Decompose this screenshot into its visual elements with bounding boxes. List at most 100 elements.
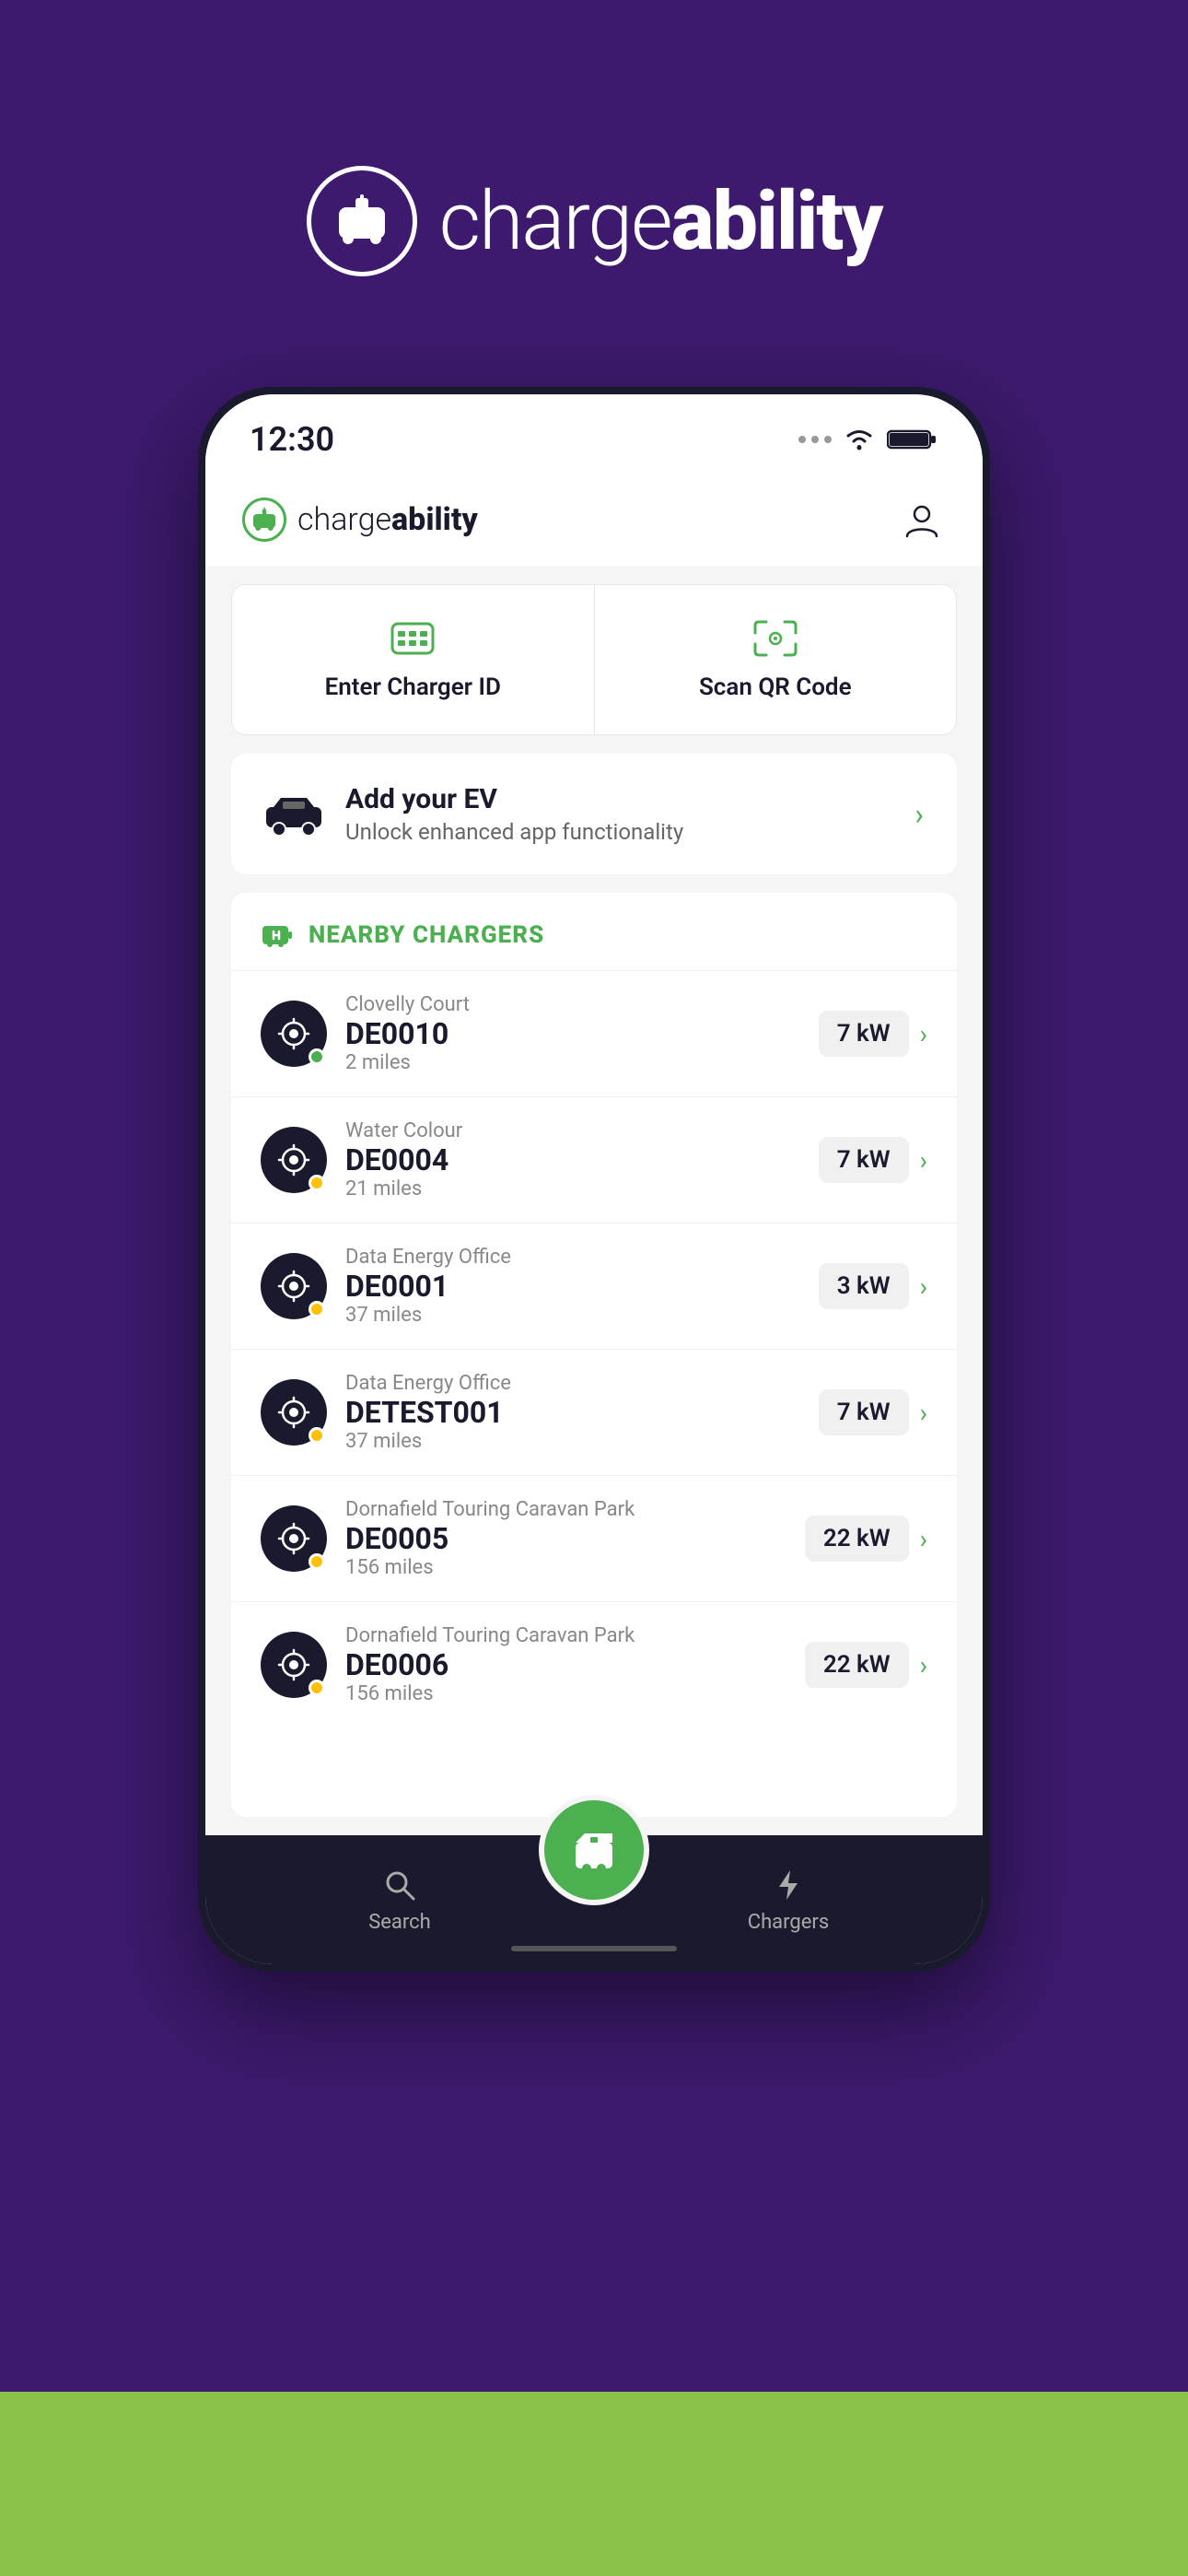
- charger-chevron-icon: ›: [920, 1271, 927, 1302]
- wifi-icon: [843, 427, 876, 452]
- charger-distance: 156 miles: [345, 1682, 786, 1705]
- scan-qr-code-label: Scan QR Code: [699, 673, 852, 701]
- charger-chevron-icon: ›: [920, 1398, 927, 1428]
- charger-list-item[interactable]: Data Energy Office DE0001 37 miles 3 kW …: [231, 1223, 957, 1349]
- status-icons: [798, 427, 938, 452]
- power-badge: 7 kW: [819, 1137, 909, 1183]
- scan-qr-code-button[interactable]: Scan QR Code: [595, 585, 957, 734]
- charger-distance: 21 miles: [345, 1177, 800, 1200]
- charger-icon-wrap: [261, 1505, 327, 1572]
- green-bottom-strip: [0, 2392, 1188, 2576]
- nav-chargers-label: Chargers: [748, 1911, 829, 1934]
- user-profile-button[interactable]: [898, 496, 946, 544]
- charger-status-dot: [309, 1553, 325, 1570]
- charger-list-item[interactable]: Dornafield Touring Caravan Park DE0006 1…: [231, 1601, 957, 1727]
- enter-charger-id-label: Enter Charger ID: [325, 673, 501, 701]
- charger-chevron-icon: ›: [920, 1019, 927, 1049]
- add-ev-subtitle: Unlock enhanced app functionality: [345, 819, 892, 845]
- add-ev-card[interactable]: Add your EV Unlock enhanced app function…: [231, 754, 957, 874]
- charger-distance: 37 miles: [345, 1430, 800, 1453]
- action-buttons-row: Enter Charger ID Scan QR Code: [231, 584, 957, 735]
- power-badge: 22 kW: [805, 1516, 909, 1562]
- charger-right: 22 kW ›: [805, 1516, 927, 1562]
- top-logo-icon: [307, 166, 417, 276]
- charger-status-dot: [309, 1175, 325, 1191]
- status-bar: 12:30: [205, 394, 983, 474]
- charger-info: Dornafield Touring Caravan Park DE0005 1…: [345, 1498, 786, 1579]
- charger-location: Data Energy Office: [345, 1372, 800, 1395]
- nav-search-label: Search: [368, 1911, 431, 1934]
- charger-list-item[interactable]: Water Colour DE0004 21 miles 7 kW ›: [231, 1096, 957, 1223]
- app-header: chargeability: [205, 474, 983, 566]
- nav-chargers-button[interactable]: Chargers: [594, 1867, 983, 1934]
- charger-icon-wrap: [261, 1379, 327, 1446]
- charger-right: 7 kW ›: [819, 1011, 927, 1057]
- charger-id: DE0005: [345, 1521, 786, 1556]
- charger-pin-icon: [261, 919, 294, 952]
- charger-id: DETEST001: [345, 1395, 800, 1430]
- charger-distance: 37 miles: [345, 1304, 800, 1327]
- add-ev-text: Add your EV Unlock enhanced app function…: [345, 783, 892, 845]
- phone-wrapper: 12:30: [198, 387, 990, 2392]
- nav-home-button[interactable]: [539, 1795, 649, 1905]
- charger-status-dot: [309, 1048, 325, 1065]
- nearby-chargers-section: NEARBY CHARGERS: [231, 893, 957, 1817]
- charger-distance: 156 miles: [345, 1556, 786, 1579]
- status-time: 12:30: [250, 420, 334, 459]
- phone-device: 12:30: [198, 387, 990, 1972]
- ev-car-icon: [264, 785, 323, 844]
- charger-right: 22 kW ›: [805, 1642, 927, 1688]
- nearby-title: NEARBY CHARGERS: [309, 921, 544, 949]
- bottom-nav: Search Chargers: [205, 1835, 983, 1964]
- charger-right: 7 kW ›: [819, 1389, 927, 1435]
- charger-info: Water Colour DE0004 21 miles: [345, 1119, 800, 1200]
- charger-status-dot: [309, 1427, 325, 1444]
- signal-dots-icon: [798, 436, 832, 443]
- charger-info: Data Energy Office DETEST001 37 miles: [345, 1372, 800, 1453]
- enter-charger-id-button[interactable]: Enter Charger ID: [232, 585, 595, 734]
- app-logo: chargeability: [242, 498, 478, 542]
- charger-info: Clovelly Court DE0010 2 miles: [345, 993, 800, 1074]
- add-ev-chevron-icon: ›: [914, 797, 924, 832]
- nav-search-button[interactable]: Search: [205, 1867, 594, 1934]
- charger-icon-wrap: [261, 1632, 327, 1698]
- charger-chevron-icon: ›: [920, 1650, 927, 1680]
- charger-chevron-icon: ›: [920, 1524, 927, 1554]
- charger-chevron-icon: ›: [920, 1145, 927, 1176]
- charger-info: Dornafield Touring Caravan Park DE0006 1…: [345, 1624, 786, 1705]
- charger-info: Data Energy Office DE0001 37 miles: [345, 1246, 800, 1327]
- charger-icon-wrap: [261, 1127, 327, 1193]
- charger-location: Data Energy Office: [345, 1246, 800, 1269]
- battery-icon: [887, 427, 938, 452]
- charger-list-item[interactable]: Dornafield Touring Caravan Park DE0005 1…: [231, 1475, 957, 1601]
- power-badge: 3 kW: [819, 1263, 909, 1309]
- charger-right: 3 kW ›: [819, 1263, 927, 1309]
- charger-status-dot: [309, 1680, 325, 1696]
- charger-list-item[interactable]: Clovelly Court DE0010 2 miles 7 kW ›: [231, 970, 957, 1096]
- add-ev-title: Add your EV: [345, 783, 892, 815]
- charger-list-item[interactable]: Data Energy Office DETEST001 37 miles 7 …: [231, 1349, 957, 1475]
- charger-location: Dornafield Touring Caravan Park: [345, 1498, 786, 1521]
- nearby-header: NEARBY CHARGERS: [231, 893, 957, 970]
- nav-indicator: [511, 1946, 677, 1951]
- charger-id: DE0001: [345, 1269, 800, 1304]
- charger-icon-wrap: [261, 1001, 327, 1067]
- charger-id: DE0004: [345, 1142, 800, 1177]
- charger-location: Clovelly Court: [345, 993, 800, 1016]
- charger-id: DE0010: [345, 1016, 800, 1051]
- power-badge: 7 kW: [819, 1011, 909, 1057]
- phone-screen: 12:30: [205, 394, 983, 1964]
- power-badge: 22 kW: [805, 1642, 909, 1688]
- charger-right: 7 kW ›: [819, 1137, 927, 1183]
- charger-location: Water Colour: [345, 1119, 800, 1142]
- top-logo-text: chargeability: [439, 174, 882, 269]
- charger-location: Dornafield Touring Caravan Park: [345, 1624, 786, 1647]
- charger-list: Clovelly Court DE0010 2 miles 7 kW ›: [231, 970, 957, 1727]
- charger-id: DE0006: [345, 1647, 786, 1682]
- app-logo-text: chargeability: [297, 501, 478, 538]
- power-badge: 7 kW: [819, 1389, 909, 1435]
- charger-distance: 2 miles: [345, 1051, 800, 1074]
- charger-icon-wrap: [261, 1253, 327, 1319]
- top-logo-area: chargeability: [307, 166, 882, 276]
- app-logo-circle: [242, 498, 286, 542]
